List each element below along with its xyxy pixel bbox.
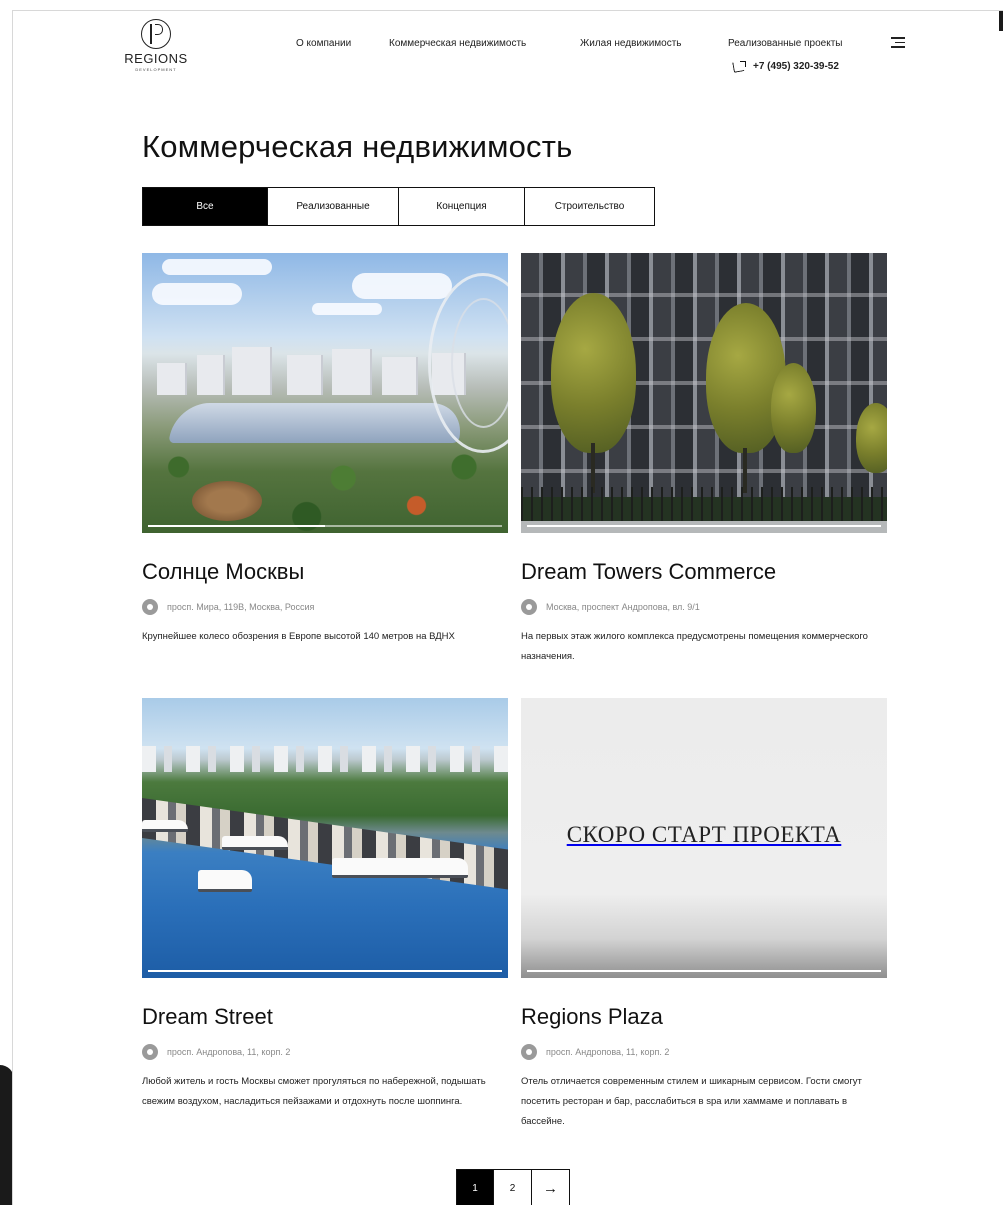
project-description: На первых этаж жилого комплекса предусмо… — [521, 631, 868, 662]
image-slider-progress-fill — [527, 525, 881, 527]
location-pin-icon — [521, 599, 537, 615]
nav-link-completed[interactable]: Реализованные проекты — [728, 38, 843, 49]
project-address: Москва, проспект Андропова, вл. 9/1 — [521, 599, 887, 615]
image-slider-progress-fill — [148, 970, 502, 972]
page: REGIONS DEVELOPMENT О компании Коммерчес… — [12, 10, 1003, 1205]
project-image[interactable] — [142, 698, 508, 978]
site-header: REGIONS DEVELOPMENT О компании Коммерчес… — [13, 11, 1003, 101]
nav-link-residential[interactable]: Жилая недвижимость — [580, 38, 682, 49]
filter-tabs: Все Реализованные Концепция Строительств… — [142, 187, 655, 226]
project-title[interactable]: Dream Street — [142, 1004, 508, 1030]
tab-concept[interactable]: Концепция — [399, 187, 525, 226]
address-text: просп. Андропова, 11, корп. 2 — [167, 1047, 291, 1057]
image-slider-progress — [148, 970, 502, 972]
project-address: просп. Андропова, 11, корп. 2 — [521, 1044, 887, 1060]
image-slider-progress — [527, 525, 881, 527]
project-address: просп. Андропова, 11, корп. 2 — [142, 1044, 508, 1060]
page-button-2[interactable]: 2 — [494, 1169, 532, 1205]
logo-name: REGIONS — [124, 51, 188, 66]
phone-number: +7 (495) 320-39-52 — [753, 60, 839, 72]
project-card: Солнце Москвы просп. Мира, 119В, Москва,… — [142, 253, 508, 647]
nav-link-commercial[interactable]: Коммерческая недвижимость — [389, 38, 526, 49]
logo-link[interactable]: REGIONS DEVELOPMENT — [119, 19, 193, 79]
page-title: Коммерческая недвижимость — [142, 129, 573, 164]
image-slider-progress — [527, 970, 881, 972]
project-image[interactable] — [521, 253, 887, 533]
address-text: просп. Андропова, 11, корп. 2 — [546, 1047, 670, 1057]
pagination: 1 2 → — [456, 1169, 570, 1205]
project-image[interactable]: СКОРО СТАРТ ПРОЕКТА — [521, 698, 887, 978]
project-title[interactable]: Regions Plaza — [521, 1004, 887, 1030]
project-description: Отель отличается современным стилем и ши… — [521, 1076, 862, 1127]
image-slider-progress-fill — [527, 970, 881, 972]
arrow-right-icon: → — [543, 1179, 558, 1197]
tab-completed[interactable]: Реализованные — [268, 187, 399, 226]
project-card: Dream Towers Commerce Москва, проспект А… — [521, 253, 887, 667]
project-title[interactable]: Dream Towers Commerce — [521, 559, 887, 585]
project-title[interactable]: Солнце Москвы — [142, 559, 508, 585]
location-pin-icon — [142, 599, 158, 615]
location-pin-icon — [142, 1044, 158, 1060]
logo-icon — [141, 19, 171, 49]
address-text: просп. Мира, 119В, Москва, Россия — [167, 602, 315, 612]
image-slider-progress-fill — [148, 525, 325, 527]
tab-construction[interactable]: Строительство — [525, 187, 655, 226]
image-slider-progress — [148, 525, 502, 527]
address-text: Москва, проспект Андропова, вл. 9/1 — [546, 602, 700, 612]
next-page-button[interactable]: → — [532, 1169, 570, 1205]
phone-icon — [733, 60, 747, 72]
coming-soon-label: СКОРО СТАРТ ПРОЕКТА — [566, 822, 842, 847]
tab-all[interactable]: Все — [142, 187, 268, 226]
project-card: СКОРО СТАРТ ПРОЕКТА Regions Plaza просп.… — [521, 698, 887, 1132]
project-description: Любой житель и гость Москвы сможет прогу… — [142, 1076, 486, 1107]
nav-link-about[interactable]: О компании — [296, 38, 351, 49]
menu-icon[interactable] — [891, 37, 905, 51]
project-image[interactable] — [142, 253, 508, 533]
phone-link[interactable]: +7 (495) 320-39-52 — [733, 60, 839, 72]
project-card: Dream Street просп. Андропова, 11, корп.… — [142, 698, 508, 1112]
logo-subtitle: DEVELOPMENT — [135, 67, 177, 72]
page-button-1[interactable]: 1 — [456, 1169, 494, 1205]
location-pin-icon — [521, 1044, 537, 1060]
project-description: Крупнейшее колесо обозрения в Европе выс… — [142, 631, 455, 642]
project-address: просп. Мира, 119В, Москва, Россия — [142, 599, 508, 615]
